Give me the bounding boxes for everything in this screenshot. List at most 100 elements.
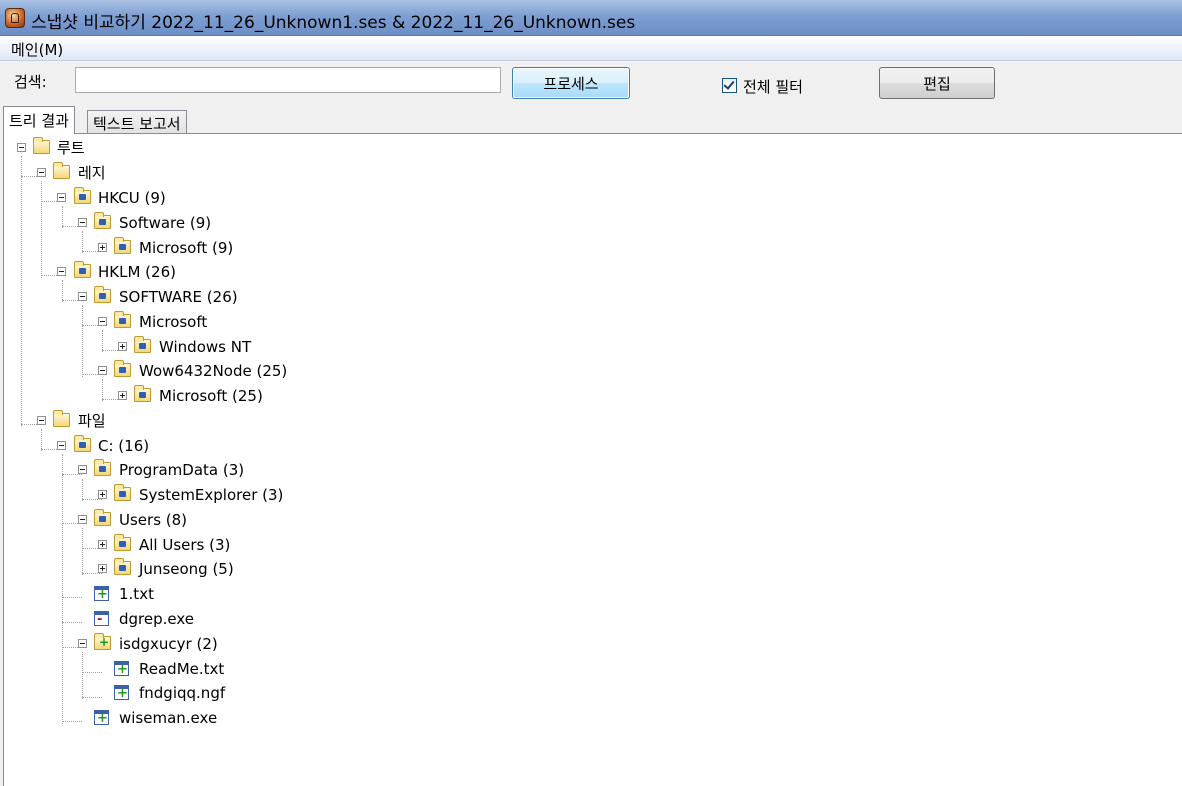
tree-node-label: HKCU (9) — [98, 189, 166, 207]
main-window: 메인(M) 검색: 프로세스 전체 필터 편집 트리 결과 텍스트 보고서 루트… — [0, 36, 1182, 786]
tree-node[interactable]: SystemExplorer (3) — [4, 484, 304, 507]
tree-node-label: HKLM (26) — [98, 263, 176, 281]
tree-node-label: Microsoft (9) — [139, 239, 234, 257]
tree-node[interactable]: isdgxucyr (2) — [4, 633, 234, 656]
tab-tree-results[interactable]: 트리 결과 — [3, 106, 75, 134]
added-folder-icon — [94, 633, 111, 650]
tree-node-label: Users (8) — [119, 511, 188, 529]
folder-icon — [94, 459, 111, 476]
tree-node-label: Wow6432Node (25) — [139, 362, 288, 380]
collapse-icon[interactable] — [78, 639, 87, 648]
collapse-icon[interactable] — [17, 143, 26, 152]
tree-node[interactable]: Microsoft (25) — [4, 385, 284, 408]
added-file-icon: + — [94, 586, 109, 601]
window-title: 스냅샷 비교하기 2022_11_26_Unknown1.ses & 2022_… — [31, 13, 636, 33]
tree-node-label: ProgramData (3) — [119, 461, 245, 479]
menu-bar: 메인(M) — [0, 36, 1182, 61]
menu-main[interactable]: 메인(M) — [11, 39, 63, 60]
title-bar: 스냅샷 비교하기 2022_11_26_Unknown1.ses & 2022_… — [0, 0, 1182, 36]
tree-node-label: wiseman.exe — [119, 709, 218, 727]
folder-icon — [114, 534, 131, 551]
registry-key-icon — [134, 385, 151, 402]
filter-all-checkbox[interactable] — [722, 78, 737, 93]
tree-node[interactable]: ProgramData (3) — [4, 459, 264, 482]
edit-button[interactable]: 편집 — [879, 67, 995, 99]
tree-node[interactable]: 레지 — [4, 162, 144, 185]
tree-node-label: C: (16) — [98, 437, 150, 455]
expand-icon[interactable] — [98, 243, 107, 252]
collapse-icon[interactable] — [57, 267, 66, 276]
collapse-icon[interactable] — [78, 465, 87, 474]
collapse-icon[interactable] — [37, 416, 46, 425]
tree-node-label: 1.txt — [119, 585, 154, 603]
tree-node-label: 레지 — [78, 164, 106, 182]
collapse-icon[interactable] — [37, 168, 46, 177]
tree-node[interactable]: Junseong (5) — [4, 558, 254, 581]
filter-all-label[interactable]: 전체 필터 — [743, 76, 803, 97]
tree-node-label: fndgiqq.ngf — [139, 684, 226, 702]
search-label: 검색: — [14, 73, 47, 91]
tree-node[interactable]: Software (9) — [4, 212, 244, 235]
registry-key-icon — [114, 360, 131, 377]
drive-folder-icon — [74, 435, 91, 452]
tree-node-label: dgrep.exe — [119, 610, 195, 628]
tab-text-report[interactable]: 텍스트 보고서 — [87, 110, 187, 134]
tree-node-label: Junseong (5) — [139, 560, 234, 578]
tree-node[interactable]: C: (16) — [4, 435, 204, 458]
tree-node[interactable]: Microsoft — [4, 311, 244, 334]
tree-node[interactable]: All Users (3) — [4, 534, 254, 557]
tree-node[interactable]: + ReadMe.txt — [4, 659, 234, 681]
process-button[interactable]: 프로세스 — [512, 67, 630, 99]
added-file-icon: + — [94, 710, 109, 725]
folder-icon — [33, 137, 50, 154]
registry-key-icon — [134, 336, 151, 353]
search-input[interactable] — [75, 67, 501, 93]
tree-node[interactable]: + fndgiqq.ngf — [4, 683, 234, 705]
tree-node-label: 루트 — [57, 139, 85, 157]
registry-key-icon — [94, 212, 111, 229]
expand-icon[interactable] — [98, 540, 107, 549]
tree-node[interactable]: HKLM (26) — [4, 261, 204, 284]
tree-node-label: isdgxucyr (2) — [119, 635, 218, 653]
folder-icon — [114, 558, 131, 575]
tree-node[interactable]: Windows NT — [4, 336, 274, 359]
folder-icon — [114, 484, 131, 501]
tree-node-label: ReadMe.txt — [139, 660, 225, 678]
tree-node-label: Windows NT — [159, 338, 252, 356]
folder-icon — [53, 162, 70, 179]
tree-node-label: All Users (3) — [139, 536, 231, 554]
tree-node-label: Microsoft (25) — [159, 387, 263, 405]
collapse-icon[interactable] — [78, 515, 87, 524]
tree-node[interactable]: + wiseman.exe — [4, 708, 224, 730]
tree-node[interactable]: HKCU (9) — [4, 187, 204, 210]
tree-node-label: Software (9) — [119, 214, 212, 232]
tree-node[interactable]: + 1.txt — [4, 584, 174, 606]
collapse-icon[interactable] — [57, 441, 66, 450]
collapse-icon[interactable] — [78, 292, 87, 301]
folder-icon — [53, 410, 70, 427]
expand-icon[interactable] — [118, 391, 127, 400]
collapse-icon[interactable] — [98, 366, 107, 375]
tree-node[interactable]: Wow6432Node (25) — [4, 360, 304, 383]
tree-node[interactable]: - dgrep.exe — [4, 609, 204, 631]
collapse-icon[interactable] — [78, 218, 87, 227]
tree-node-label: SystemExplorer (3) — [139, 486, 284, 504]
registry-key-icon — [94, 286, 111, 303]
registry-key-icon — [74, 261, 91, 278]
expand-icon[interactable] — [118, 342, 127, 351]
tree-view[interactable]: 루트 레지 HKCU (9) Software (9) Microsoft (9… — [3, 133, 1182, 786]
registry-key-icon — [74, 187, 91, 204]
tree-node-label: SOFTWARE (26) — [119, 288, 238, 306]
tree-node-label: Microsoft — [139, 313, 208, 331]
collapse-icon[interactable] — [98, 317, 107, 326]
expand-icon[interactable] — [98, 490, 107, 499]
registry-key-icon — [114, 237, 131, 254]
collapse-icon[interactable] — [57, 193, 66, 202]
tree-node[interactable]: 파일 — [4, 410, 144, 433]
expand-icon[interactable] — [98, 564, 107, 573]
tree-node-label: 파일 — [78, 412, 106, 430]
tree-node[interactable]: Microsoft (9) — [4, 237, 264, 260]
tree-node[interactable]: Users (8) — [4, 509, 224, 532]
tree-node[interactable]: SOFTWARE (26) — [4, 286, 264, 309]
tree-node[interactable]: 루트 — [4, 137, 124, 160]
